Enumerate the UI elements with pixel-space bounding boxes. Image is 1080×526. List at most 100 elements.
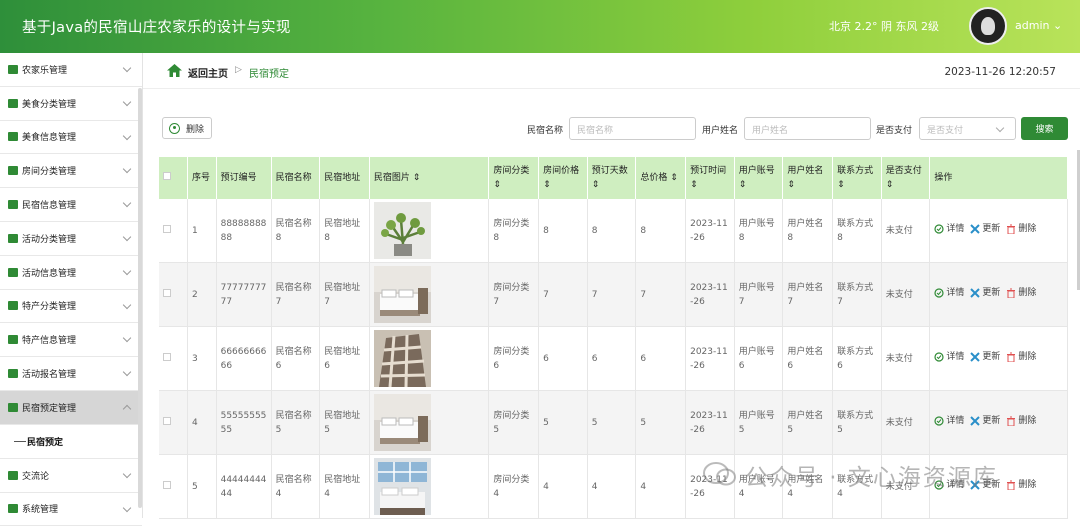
cell-code: 6666666666 xyxy=(216,326,272,392)
cell-phone: 联系方式8 xyxy=(832,199,882,264)
update-button[interactable]: 更新 xyxy=(970,222,1000,236)
sidebar-item-11[interactable]: 交流论 xyxy=(0,459,142,493)
homestay-photo[interactable] xyxy=(373,266,485,324)
cell-actions: 详情 更新 删除 xyxy=(929,199,1068,264)
cell-total: 8 xyxy=(635,199,687,264)
sidebar-item-0[interactable]: 农家乐管理 xyxy=(0,53,142,87)
cell-image[interactable] xyxy=(369,326,490,392)
avatar[interactable] xyxy=(969,7,1007,45)
wrench-icon xyxy=(970,416,981,426)
detail-button[interactable]: 详情 xyxy=(934,286,964,300)
sidebar-subitem-homestay-booking[interactable]: 民宿预定 xyxy=(0,425,142,459)
column-header[interactable]: 民宿名称 xyxy=(271,157,321,199)
sidebar-scrollbar[interactable] xyxy=(138,88,142,508)
table-row[interactable]: 2 7777777777 民宿名称7 民宿地址7 房间分类7 7 7 7 2023-11-26 用… xyxy=(159,262,1068,328)
homestay-photo[interactable] xyxy=(373,330,485,388)
sidebar-item-12[interactable]: 系统管理 xyxy=(0,493,142,526)
cell-paid: 未支付 xyxy=(881,262,931,328)
cell-index: 1 xyxy=(187,199,217,264)
back-home-link[interactable]: 返回主页 xyxy=(188,65,228,80)
row-checkbox[interactable] xyxy=(163,416,171,425)
delete-button[interactable]: 删除 xyxy=(162,117,212,139)
sidebar-item-5[interactable]: 活动分类管理 xyxy=(0,222,142,256)
update-button[interactable]: 更新 xyxy=(970,414,1000,428)
select-all-header[interactable] xyxy=(159,157,189,199)
homestay-photo[interactable] xyxy=(373,394,485,452)
cell-image[interactable] xyxy=(369,262,490,328)
homestay-photo[interactable] xyxy=(373,458,485,516)
row-select-cell[interactable] xyxy=(159,326,189,392)
column-header[interactable]: 总价格 ⇕ xyxy=(635,157,687,199)
cell-room-type: 房间分类5 xyxy=(488,390,540,456)
delete-row-button[interactable]: 删除 xyxy=(1006,286,1036,300)
delete-row-button[interactable]: 删除 xyxy=(1006,222,1036,236)
cell-paid: 未支付 xyxy=(881,326,931,392)
cell-image[interactable] xyxy=(369,454,490,520)
sidebar-item-6[interactable]: 活动信息管理 xyxy=(0,256,142,290)
column-header[interactable]: 序号 xyxy=(187,157,217,199)
sidebar-item-4[interactable]: 民宿信息管理 xyxy=(0,188,142,222)
cell-account: 用户账号5 xyxy=(734,390,784,456)
sidebar-item-9[interactable]: 活动报名管理 xyxy=(0,357,142,391)
top-header: 基于Java的民宿山庄农家乐的设计与实现 北京 2.2° 阴 东风 2级 adm… xyxy=(0,0,1080,53)
column-header[interactable]: 民宿图片 ⇕ xyxy=(369,157,490,199)
cell-image[interactable] xyxy=(369,199,490,264)
column-header[interactable]: 联系方式 ⇕ xyxy=(832,157,882,199)
filter-label-paid: 是否支付 xyxy=(876,126,913,136)
detail-button[interactable]: 详情 xyxy=(934,350,964,364)
column-header[interactable]: 用户账号 ⇕ xyxy=(734,157,784,199)
column-header[interactable]: 用户姓名 ⇕ xyxy=(782,157,834,199)
delete-row-button[interactable]: 删除 xyxy=(1006,414,1036,428)
table-row[interactable]: 3 6666666666 民宿名称6 民宿地址6 房间分类6 6 6 6 2023-11-26 用… xyxy=(159,326,1068,392)
row-select-cell[interactable] xyxy=(159,454,189,520)
search-button[interactable]: 搜索 xyxy=(1021,117,1068,140)
update-button[interactable]: 更新 xyxy=(970,350,1000,364)
detail-icon xyxy=(934,352,944,362)
paid-select[interactable]: 是否支付 xyxy=(919,117,1016,140)
sidebar-item-3[interactable]: 房间分类管理 xyxy=(0,154,142,189)
cell-name: 民宿名称6 xyxy=(271,326,321,392)
sidebar-item-10[interactable]: 民宿预定管理 xyxy=(0,390,142,425)
cell-name: 民宿名称8 xyxy=(271,199,321,264)
cell-image[interactable] xyxy=(369,390,490,456)
cell-days: 7 xyxy=(587,262,637,328)
column-header[interactable]: 是否支付 ⇕ xyxy=(881,157,931,199)
home-icon[interactable] xyxy=(167,64,182,77)
homestay-name-input[interactable]: 民宿名称 xyxy=(569,117,696,140)
column-header[interactable]: 房间价格 ⇕ xyxy=(538,157,588,199)
detail-button[interactable]: 详情 xyxy=(934,414,964,428)
homestay-photo[interactable] xyxy=(373,202,485,260)
cell-paid: 未支付 xyxy=(881,199,931,264)
column-header[interactable]: 房间分类 ⇕ xyxy=(488,157,540,199)
cell-room-type: 房间分类7 xyxy=(488,262,540,328)
breadcrumb: 返回主页 ▷ 民宿预定 2023-11-26 12:20:57 xyxy=(143,53,1080,89)
table-row[interactable]: 1 8888888888 民宿名称8 民宿地址8 房间分类8 8 8 8 2023-11-26 用… xyxy=(159,199,1068,264)
column-header[interactable]: 预订编号 xyxy=(216,157,272,199)
row-select-cell[interactable] xyxy=(159,390,189,456)
update-button[interactable]: 更新 xyxy=(970,286,1000,300)
row-checkbox[interactable] xyxy=(163,224,171,233)
user-menu[interactable]: admin ⌄ xyxy=(1015,19,1062,32)
row-select-cell[interactable] xyxy=(159,199,189,264)
detail-button[interactable]: 详情 xyxy=(934,222,964,236)
sidebar-item-7[interactable]: 特产分类管理 xyxy=(0,290,142,324)
row-checkbox[interactable] xyxy=(163,480,171,489)
sidebar-item-2[interactable]: 美食信息管理 xyxy=(0,121,142,155)
delete-row-button[interactable]: 删除 xyxy=(1006,478,1036,492)
trash-icon xyxy=(1007,416,1016,427)
trash-icon xyxy=(1007,352,1016,363)
row-select-cell[interactable] xyxy=(159,262,189,328)
sidebar-item-8[interactable]: 特产信息管理 xyxy=(0,323,142,358)
column-header[interactable]: 预订时间 ⇕ xyxy=(685,157,735,199)
select-all-checkbox[interactable] xyxy=(163,172,171,180)
column-header[interactable]: 操作 xyxy=(929,157,1068,199)
sidebar-item-1[interactable]: 美食分类管理 xyxy=(0,87,142,121)
delete-row-button[interactable]: 删除 xyxy=(1006,350,1036,364)
row-checkbox[interactable] xyxy=(163,352,171,361)
column-header[interactable]: 预订天数 ⇕ xyxy=(587,157,637,199)
column-header[interactable]: 民宿地址 xyxy=(319,157,370,199)
row-checkbox[interactable] xyxy=(163,288,171,297)
user-name-input[interactable]: 用户姓名 xyxy=(744,117,871,140)
table-row[interactable]: 4 5555555555 民宿名称5 民宿地址5 房间分类5 5 5 5 2023-11-26 用… xyxy=(159,390,1068,456)
sidebar-item-label: 特产分类管理 xyxy=(22,302,77,313)
